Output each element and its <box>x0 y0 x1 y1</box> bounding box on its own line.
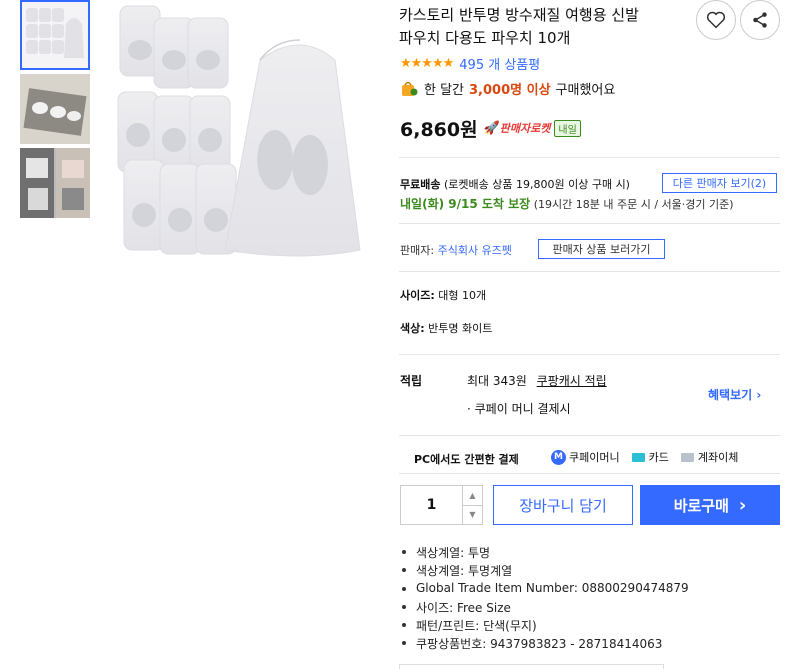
review-count-link[interactable]: 495 개 상품평 <box>459 54 540 73</box>
seller-products-button[interactable]: 판매자 상품 보러가기 <box>538 239 665 259</box>
purchase-suffix: 구매했어요 <box>555 82 616 98</box>
reward-max: 최대 343원 <box>467 374 527 388</box>
share-button[interactable] <box>740 0 780 40</box>
size-option[interactable]: 사이즈: 대형 10개 <box>400 287 486 303</box>
product-title-line2: 파우치 다용도 파우치 10개 <box>399 29 571 47</box>
size-value: 대형 10개 <box>438 289 487 302</box>
luggage-image <box>20 148 90 218</box>
bullet <box>402 550 406 554</box>
bullet <box>402 587 406 591</box>
benefit-label: 혜택보기 <box>708 388 753 402</box>
arrival-note: (19시간 18분 내 주문 시 / 서울⋅경기 기준) <box>533 198 734 211</box>
bullet <box>402 623 406 627</box>
spec-item: 색상계열: 투명 <box>416 546 491 560</box>
bag-icon <box>402 81 418 96</box>
bullet <box>402 641 406 645</box>
product-main-image <box>110 0 382 265</box>
shoe-box-image <box>20 74 90 144</box>
heart-icon <box>706 11 726 29</box>
benefit-link[interactable]: 혜택보기 › <box>708 386 761 403</box>
divider <box>399 435 780 436</box>
payment-methods: M 쿠페이머니 카드 계좌이체 <box>551 449 738 465</box>
quantity-arrows: ▲ ▼ <box>462 486 482 524</box>
spec-item: 색상계열: 투명계열 <box>416 564 513 578</box>
rating-stars: ★★★★★ <box>400 55 454 71</box>
buy-now-label: 바로구매 <box>673 496 729 515</box>
bullet <box>402 605 406 609</box>
seller-name-link[interactable]: 주식회사 유즈펫 <box>438 244 512 257</box>
spec-item: 사이즈: Free Size <box>416 601 511 615</box>
coupang-cash-link[interactable]: 쿠팡캐시 적립 <box>537 374 607 388</box>
divider <box>399 354 780 355</box>
price: 6,860원 <box>400 118 478 141</box>
divider <box>399 271 780 272</box>
rating-row[interactable]: ★★★★★ 495 개 상품평 <box>400 54 540 73</box>
spec-item: Global Trade Item Number: 08800290474879 <box>416 581 689 595</box>
divider <box>399 223 780 224</box>
color-option[interactable]: 색상: 반투명 화이트 <box>400 320 492 336</box>
price-row: 6,860원 🚀 판매자로켓 내일 <box>400 116 581 141</box>
spec-item: 쿠팡상품번호: 9437983823 - 28718414063 <box>416 637 663 651</box>
reward-note: · 쿠페이 머니 결제시 <box>467 402 571 416</box>
shipping-condition: (로켓배송 상품 19,800원 이상 구매 시) <box>443 178 630 191</box>
divider <box>399 473 780 474</box>
bank-icon <box>680 452 694 462</box>
coupay-icon: M <box>551 449 566 465</box>
quantity-input[interactable]: 1 <box>401 486 462 524</box>
spec-item: 패턴/프린트: 단색(무지) <box>416 619 537 633</box>
add-to-cart-button[interactable]: 장바구니 담기 <box>493 485 633 525</box>
bullet <box>402 568 406 572</box>
reward-row: 최대 343원 쿠팡캐시 적립 <box>467 372 607 389</box>
product-title-line1: 카스토리 반투명 방수재질 여행용 신발 <box>399 6 639 24</box>
color-value: 반투명 화이트 <box>428 322 493 335</box>
divider <box>399 157 780 158</box>
bottom-box-edge <box>399 664 664 669</box>
reward-label: 적립 <box>400 374 423 388</box>
payment-label: PC에서도 간편한 결제 <box>414 453 519 466</box>
arrival-date: 내일(화) 9/15 도착 보장 <box>400 197 531 211</box>
quantity-down-button[interactable]: ▼ <box>463 506 482 525</box>
free-shipping-label: 무료배송 <box>400 178 441 191</box>
other-sellers-button[interactable]: 다른 판매자 보기(2) <box>662 173 777 193</box>
size-label: 사이즈: <box>400 289 435 302</box>
card-icon <box>631 452 645 462</box>
thumbnail-3[interactable] <box>20 148 90 218</box>
chevron-right-icon: › <box>756 388 762 402</box>
coupay-label: 쿠페이머니 <box>569 451 620 464</box>
arrival-row: 내일(화) 9/15 도착 보장 (19시간 18분 내 주문 시 / 서울⋅경… <box>400 195 734 212</box>
color-label: 색상: <box>400 322 425 335</box>
rocket-icon: 🚀 <box>483 120 500 136</box>
rocket-label: 판매자로켓 <box>499 122 551 135</box>
purchase-prefix: 한 달간 <box>424 82 465 98</box>
card-label: 카드 <box>648 451 669 464</box>
quantity-up-button[interactable]: ▲ <box>463 486 482 506</box>
chevron-right-icon: › <box>738 494 747 516</box>
thumbnail-1[interactable] <box>20 0 90 70</box>
thumbnail-2[interactable] <box>20 74 90 144</box>
purchase-count: 3,000명 이상 <box>469 82 551 98</box>
share-icon <box>753 12 767 28</box>
shipping-row: 무료배송 (로켓배송 상품 19,800원 이상 구매 시) <box>400 176 630 192</box>
product-title: 카스토리 반투명 방수재질 여행용 신발 파우치 다용도 파우치 10개 <box>399 4 699 50</box>
transfer-label: 계좌이체 <box>697 451 739 464</box>
purchase-count-row: 한 달간 3,000명 이상 구매했어요 <box>400 78 615 98</box>
rocket-badge: 내일 <box>554 119 581 137</box>
seller-row: 판매자: 주식회사 유즈펫 <box>400 242 512 258</box>
pouch-thumbnail-image <box>22 2 88 68</box>
quantity-stepper[interactable]: 1 ▲ ▼ <box>400 485 483 525</box>
wishlist-button[interactable] <box>696 0 736 40</box>
seller-label: 판매자: <box>400 244 435 257</box>
buy-now-button[interactable]: 바로구매 › <box>640 485 780 525</box>
